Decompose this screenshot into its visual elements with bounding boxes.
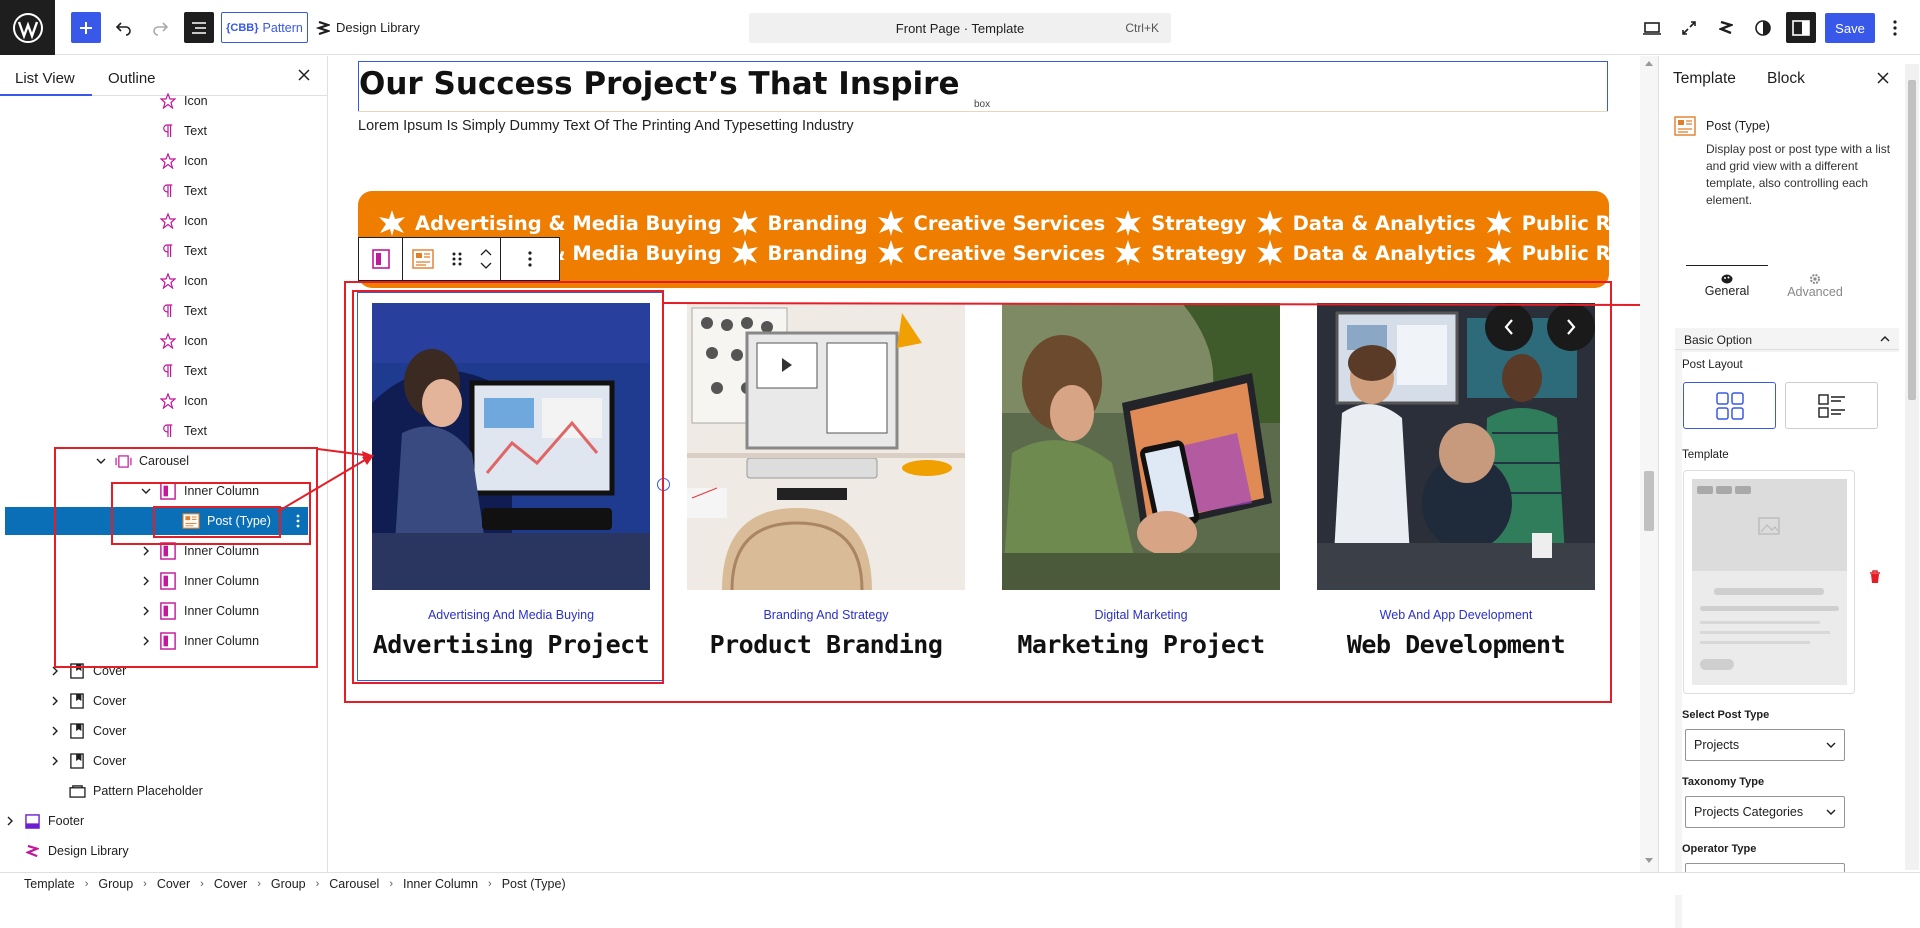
canvas-scrollbar-thumb[interactable] [1644, 471, 1654, 531]
chevron-up-icon [1880, 336, 1890, 342]
tab-block[interactable]: Block [1767, 70, 1805, 88]
chevron-right-icon: › [84, 878, 89, 890]
post-layout-label: Post Layout [1682, 359, 1743, 371]
palette-icon [1721, 274, 1733, 284]
image-placeholder-icon [1758, 517, 1780, 535]
scroll-down-arrow-icon [1645, 858, 1653, 863]
block-card-description: Display post or post type with a list an… [1706, 142, 1891, 207]
chevron-right-icon: › [257, 878, 261, 890]
chevron-right-icon: › [315, 878, 320, 890]
breadcrumb-item[interactable]: Inner Column [403, 877, 478, 891]
subtab-general[interactable]: General [1686, 265, 1768, 306]
breadcrumb-item[interactable]: Carousel [329, 877, 379, 891]
settings-sidebar: Template Block Post (Type) Display post … [1658, 56, 1920, 928]
chevron-down-icon [1826, 742, 1836, 748]
breadcrumb-item[interactable]: Group [98, 877, 133, 891]
settings-tabs: Template Block [1659, 56, 1920, 100]
canvas-scrollbar[interactable] [1640, 56, 1658, 872]
trash-icon[interactable] [1869, 570, 1881, 584]
subtab-general-label: General [1704, 284, 1750, 298]
template-preview [1692, 479, 1847, 685]
subtab-advanced-label: Advanced [1787, 285, 1843, 299]
chevron-down-icon [1826, 809, 1836, 815]
taxonomy-type-dropdown[interactable]: Projects Categories [1685, 796, 1845, 828]
chevron-right-icon: › [488, 878, 492, 890]
subtab-advanced[interactable]: Advanced [1774, 265, 1856, 306]
post-type-icon [1674, 116, 1696, 136]
breadcrumb-item[interactable]: Post (Type) [502, 877, 566, 891]
chevron-right-icon: › [200, 878, 204, 890]
list-layout-icon [1817, 393, 1845, 418]
operator-type-dropdown[interactable] [1685, 863, 1845, 872]
scroll-up-arrow-icon [1645, 61, 1653, 66]
chevron-right-icon: › [389, 878, 393, 890]
basic-option-title: Basic Option [1684, 333, 1753, 347]
select-post-type-label: Select Post Type [1682, 709, 1770, 721]
template-preview-card[interactable] [1683, 470, 1855, 694]
breadcrumb-item[interactable]: Template [24, 877, 75, 891]
chevron-right-icon: › [143, 878, 147, 890]
taxonomy-type-label: Taxonomy Type [1682, 776, 1765, 788]
list-layout-option[interactable] [1785, 382, 1878, 429]
grid-layout-icon [1715, 391, 1744, 420]
template-label: Template [1682, 449, 1729, 461]
sidebar-scrollbar[interactable] [1905, 64, 1919, 870]
grid-layout-option[interactable] [1683, 382, 1776, 429]
taxonomy-type-value: Projects Categories [1694, 805, 1804, 819]
breadcrumb-item[interactable]: Group [271, 877, 306, 891]
breadcrumb-item[interactable]: Cover [157, 877, 190, 891]
select-post-type-value: Projects [1694, 738, 1740, 752]
close-sidebar-button[interactable] [1877, 72, 1889, 84]
basic-option-header[interactable]: Basic Option [1675, 328, 1899, 350]
operator-type-label: Operator Type [1682, 843, 1757, 855]
breadcrumb-item[interactable]: Cover [214, 877, 247, 891]
sidebar-scrollbar-thumb[interactable] [1908, 80, 1916, 400]
block-card-title: Post (Type) [1706, 119, 1770, 133]
select-post-type-dropdown[interactable]: Projects [1685, 729, 1845, 761]
block-breadcrumb: Template › Group › Cover › Cover › Group › Carouse… [0, 872, 1920, 895]
annotation-arrows [276, 300, 1662, 513]
gear-icon [1810, 274, 1820, 284]
template-preview-image [1692, 479, 1847, 571]
close-icon [1877, 72, 1889, 84]
tab-template[interactable]: Template [1673, 70, 1736, 88]
